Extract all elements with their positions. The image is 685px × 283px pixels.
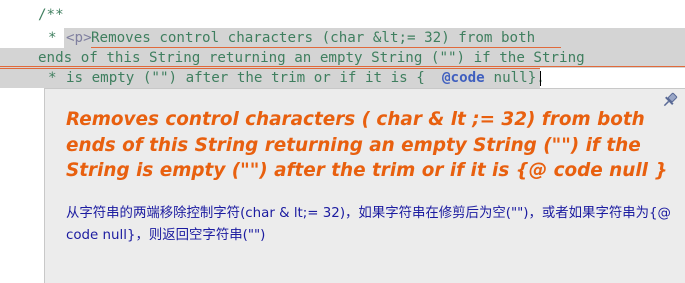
code-line-1[interactable]: /** — [0, 5, 685, 25]
code-keyword: @code — [442, 70, 485, 86]
code-line-3[interactable]: ends of this String returning an empty S… — [0, 48, 685, 68]
translation-tooltip: Removes control characters ( char & lt ;… — [44, 88, 685, 283]
text-caret — [540, 71, 541, 86]
code-text-line-3: ends of this String returning an empty S… — [38, 50, 585, 66]
spell-underline — [0, 66, 685, 67]
comment-start: /** — [38, 7, 64, 23]
code-line-2[interactable]: * <p> Removes control characters (char &… — [0, 28, 685, 48]
tooltip-chinese-text: 从字符串的两端移除控制字符(char & lt;= 32)，如果字符串在修剪后为… — [66, 206, 671, 243]
code-text-line-4-before: is empty ("") after the trim or if it is… — [66, 70, 425, 86]
html-tag-p: <p> — [66, 30, 92, 46]
code-line-4[interactable]: * is empty ("") after the trim or if it … — [0, 68, 685, 88]
comment-star: * — [48, 70, 57, 86]
code-text-line-2: Removes control characters (char &lt;= 3… — [91, 30, 536, 46]
comment-star: * — [48, 30, 57, 46]
code-text-line-4-after: null}. — [485, 70, 545, 86]
spell-underline — [0, 68, 540, 69]
tooltip-english-text: Removes control characters ( char & lt ;… — [66, 109, 668, 181]
